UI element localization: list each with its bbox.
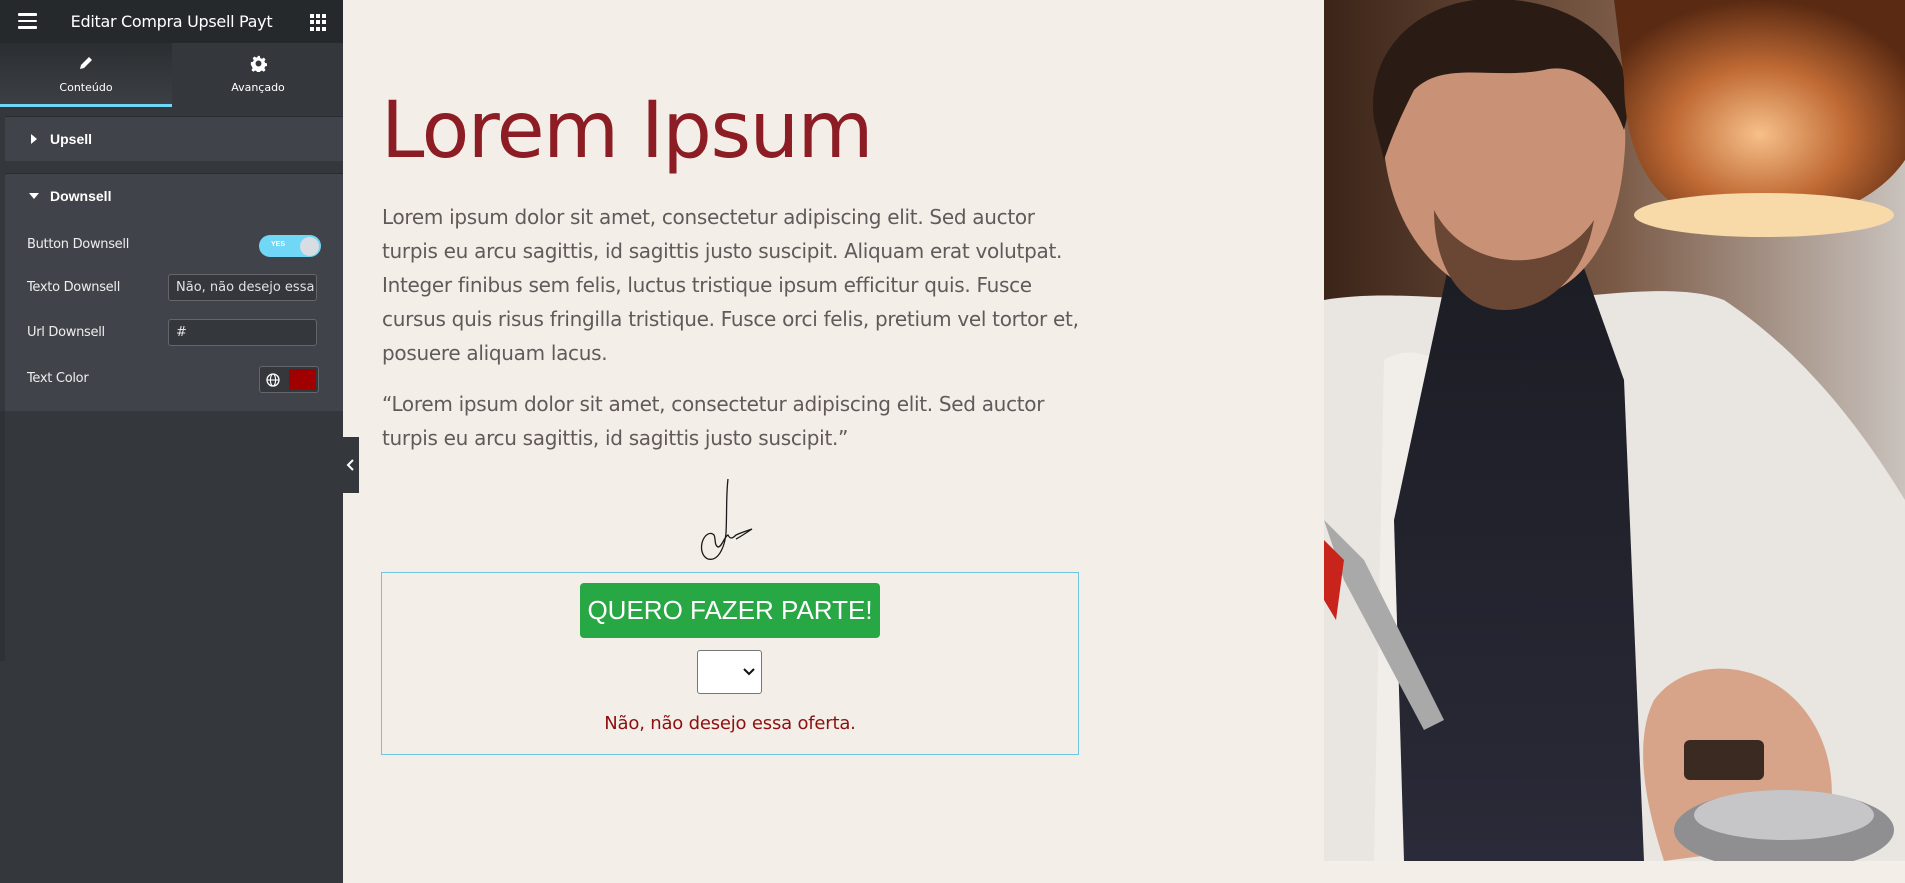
section-downsell[interactable]: Downsell xyxy=(5,173,343,218)
toggle-knob xyxy=(300,237,319,256)
downsell-link[interactable]: Não, não desejo essa oferta. xyxy=(381,713,1079,734)
quote-paragraph: “Lorem ipsum dolor sit amet, consectetur… xyxy=(382,392,1045,450)
panel-tabs: Conteúdo Avançado xyxy=(0,43,343,107)
button-downsell-toggle[interactable]: YES xyxy=(259,235,321,257)
tab-avancado[interactable]: Avançado xyxy=(172,43,344,107)
section-title: Downsell xyxy=(50,188,112,204)
tab-conteudo[interactable]: Conteúdo xyxy=(0,43,172,107)
text-color-picker[interactable] xyxy=(259,366,319,393)
caret-right-icon xyxy=(31,134,37,144)
panel-title: Editar Compra Upsell Payt xyxy=(70,12,273,31)
gear-icon xyxy=(172,55,344,74)
globe-icon[interactable] xyxy=(264,371,282,389)
option-select[interactable] xyxy=(697,650,762,694)
url-downsell-input[interactable]: # xyxy=(168,319,317,346)
caret-down-icon xyxy=(29,193,39,199)
apps-grid-icon[interactable] xyxy=(310,14,327,31)
pencil-icon xyxy=(0,55,172,73)
texto-downsell-input[interactable]: Não, não desejo essa oferta. xyxy=(168,274,317,301)
button-downsell-label: Button Downsell xyxy=(27,237,130,252)
page-heading: Lorem Ipsum xyxy=(381,86,874,176)
url-downsell-label: Url Downsell xyxy=(27,325,105,340)
chevron-down-icon xyxy=(743,668,755,676)
tab-label: Conteúdo xyxy=(59,81,113,94)
text-color-label: Text Color xyxy=(27,371,89,386)
panel-edge xyxy=(0,411,5,661)
tab-label: Avançado xyxy=(231,81,285,94)
toggle-text: YES xyxy=(271,241,286,248)
section-title: Upsell xyxy=(50,131,93,147)
collapse-panel-button[interactable] xyxy=(343,437,359,493)
cta-button[interactable]: QUERO FAZER PARTE! xyxy=(580,583,880,638)
texto-downsell-label: Texto Downsell xyxy=(27,280,121,295)
chevron-left-icon xyxy=(346,459,354,471)
panel-header: Editar Compra Upsell Payt xyxy=(0,0,343,43)
signature-image xyxy=(700,478,753,560)
color-swatch[interactable] xyxy=(289,369,316,390)
intro-paragraph: Lorem ipsum dolor sit amet, consectetur … xyxy=(382,205,1079,365)
chef-photo xyxy=(1324,0,1905,861)
section-upsell[interactable]: Upsell xyxy=(5,116,343,161)
editor-panel: Editar Compra Upsell Payt Conteúdo Avanç… xyxy=(0,0,343,883)
